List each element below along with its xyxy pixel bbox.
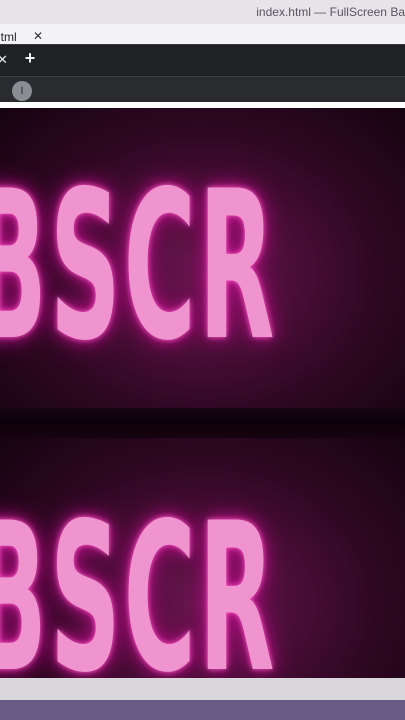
neon-headline-top: BSCR [0,148,278,386]
new-tab-button[interactable]: + [20,48,40,69]
window-bottom-edge [0,678,405,700]
page-viewport: BSCR BSCR [0,108,405,678]
address-bar: I [0,76,405,103]
dock-bar [0,700,405,720]
tab-label[interactable]: html [0,30,17,44]
tab-close-icon[interactable]: ✕ [33,29,43,43]
cursor-icon[interactable]: I [12,81,32,101]
tab-strip: html ✕ [0,24,405,44]
panel-divider [0,408,405,438]
neon-headline-bottom: BSCR [0,480,278,678]
browser-toolbar: ✕ + [0,44,405,77]
window-title-bar: index.html — FullScreen Ba [0,0,405,25]
close-icon[interactable]: ✕ [0,52,8,68]
window-title: index.html — FullScreen Ba [256,5,405,19]
